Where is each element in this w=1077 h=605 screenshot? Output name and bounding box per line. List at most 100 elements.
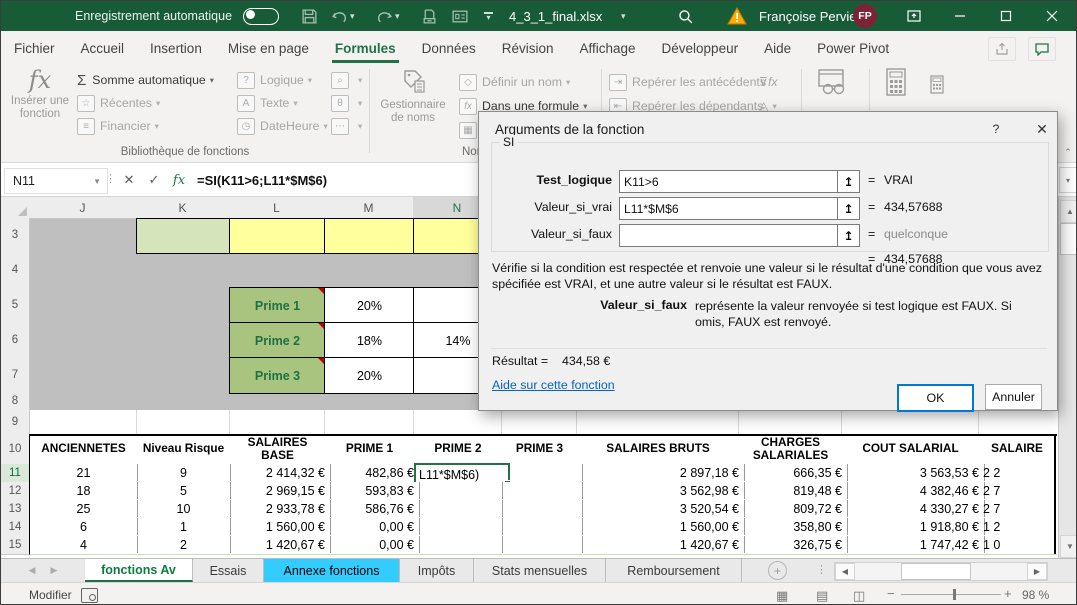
- table-header-cell[interactable]: Niveau Risque: [137, 436, 231, 461]
- print-preview-button[interactable]: [421, 1, 438, 31]
- ok-button[interactable]: OK: [897, 384, 974, 412]
- table-cell[interactable]: [502, 482, 583, 499]
- collapse-dialog-icon[interactable]: ↥: [837, 197, 860, 220]
- help-on-function-link[interactable]: Aide sur cette fonction: [492, 378, 615, 392]
- table-header-cell[interactable]: PRIME 1: [325, 436, 415, 461]
- table-header-cell[interactable]: PRIME 2: [414, 436, 503, 461]
- table-cell[interactable]: 1 420,67 €: [230, 536, 331, 553]
- logical-functions-button[interactable]: ? Logique▾: [237, 69, 312, 91]
- scroll-down-icon[interactable]: ▼: [1060, 535, 1077, 558]
- share-button[interactable]: [988, 37, 1016, 61]
- save-button[interactable]: [301, 1, 318, 31]
- ribbon-tab-révision[interactable]: Révision: [489, 41, 567, 63]
- ribbon-tab-power-pivot[interactable]: Power Pivot: [804, 41, 902, 63]
- close-button[interactable]: [1035, 1, 1069, 31]
- table-cell[interactable]: 1 560,00 €: [230, 518, 331, 535]
- watch-window-button[interactable]: [805, 67, 861, 101]
- ribbon-tab-affichage[interactable]: Affichage: [566, 41, 648, 63]
- datetime-functions-button[interactable]: ◷ DateHeure▾: [237, 115, 328, 137]
- table-cell[interactable]: 0,00 €: [325, 536, 420, 553]
- table-cell[interactable]: 21: [30, 464, 138, 481]
- row-header-7[interactable]: 7: [1, 357, 30, 393]
- page-layout-view-icon[interactable]: ▤: [816, 588, 828, 604]
- title-dropdown-icon[interactable]: ▾: [621, 1, 626, 31]
- table-cell[interactable]: 809,72 €: [739, 500, 848, 517]
- cancel-button[interactable]: Annuler: [985, 384, 1042, 410]
- row-header-15[interactable]: 15: [1, 536, 30, 555]
- collapse-dialog-icon[interactable]: ↥: [837, 224, 860, 247]
- table-cell[interactable]: 1 420,67 €: [577, 536, 745, 553]
- redo-button[interactable]: ▾: [376, 1, 400, 31]
- prime-label-cell[interactable]: Prime 1: [229, 287, 326, 324]
- table-cell[interactable]: [502, 464, 583, 481]
- insert-function-fx-button[interactable]: fx: [167, 168, 191, 192]
- table-header-cell[interactable]: SALAIRES BRUTS: [577, 436, 740, 461]
- table-cell[interactable]: 3 563,53 €: [842, 464, 985, 481]
- table-cell[interactable]: [414, 482, 503, 499]
- grid-row-9[interactable]: [29, 410, 1056, 434]
- table-cell[interactable]: 2 969,15 €: [230, 482, 331, 499]
- sheet-tab-remboursement[interactable]: Remboursement: [606, 559, 742, 582]
- zoom-in-icon[interactable]: +: [1004, 586, 1012, 601]
- lookup-functions-button[interactable]: ⌕▾: [331, 69, 362, 91]
- table-cell[interactable]: 482,86 €: [325, 464, 420, 481]
- cell-yellow-row3-1[interactable]: [324, 218, 415, 254]
- table-cell[interactable]: 9: [137, 464, 231, 481]
- column-header-L[interactable]: L: [229, 197, 325, 219]
- insert-function-button[interactable]: fx Insérer une fonction: [7, 67, 73, 121]
- select-all-corner[interactable]: [1, 197, 30, 219]
- ribbon-tab-accueil[interactable]: Accueil: [68, 41, 138, 63]
- scroll-left-icon[interactable]: ◀: [835, 563, 855, 580]
- sheet-nav-right-icon[interactable]: ▶: [43, 559, 65, 582]
- ribbon-tab-aide[interactable]: Aide: [751, 41, 804, 63]
- zoom-slider-thumb[interactable]: [953, 589, 956, 600]
- table-cell[interactable]: 1 2: [979, 518, 1058, 535]
- ribbon-tab-fichier[interactable]: Fichier: [1, 41, 68, 63]
- table-cell[interactable]: 1 0: [979, 536, 1058, 553]
- table-cell[interactable]: [414, 536, 503, 553]
- zoom-out-icon[interactable]: −: [887, 586, 895, 601]
- more-functions-button[interactable]: ⋯▾: [331, 115, 362, 137]
- horizontal-scrollbar[interactable]: ◀ ▶: [834, 562, 1048, 581]
- table-cell[interactable]: [414, 518, 503, 535]
- table-cell[interactable]: 358,80 €: [739, 518, 848, 535]
- table-cell[interactable]: 666,35 €: [739, 464, 848, 481]
- calculate-now-button[interactable]: [929, 73, 945, 95]
- table-cell[interactable]: 0,00 €: [325, 518, 420, 535]
- confirm-entry-button[interactable]: ✓: [142, 168, 166, 192]
- table-header-cell[interactable]: ANCIENNETES: [30, 436, 138, 461]
- vertical-scrollbar[interactable]: ▲ ▼: [1058, 197, 1077, 558]
- row-header-14[interactable]: 14: [1, 518, 30, 537]
- table-cell[interactable]: 3 562,98 €: [577, 482, 745, 499]
- table-cell[interactable]: 1: [137, 518, 231, 535]
- calculation-options-button[interactable]: [873, 67, 919, 101]
- table-cell[interactable]: 5: [137, 482, 231, 499]
- table-cell[interactable]: 1 918,80 €: [842, 518, 985, 535]
- table-cell[interactable]: 1 747,42 €: [842, 536, 985, 553]
- row-header-11[interactable]: 11: [1, 464, 31, 483]
- column-header-K[interactable]: K: [136, 197, 230, 219]
- table-header-cell[interactable]: SALAIRE: [979, 436, 1055, 461]
- dialog-field-input[interactable]: L11*$M$6: [619, 197, 841, 220]
- table-cell[interactable]: 18: [30, 482, 138, 499]
- qat-customize-button[interactable]: ▾: [484, 1, 493, 31]
- table-cell[interactable]: [502, 536, 583, 553]
- sheet-nav-left-icon[interactable]: ◀: [21, 559, 43, 582]
- text-functions-button[interactable]: A Texte▾: [237, 92, 298, 114]
- sheet-tab-stats-mensuelles[interactable]: Stats mensuelles: [474, 559, 606, 582]
- row-header-3[interactable]: 3: [1, 218, 30, 253]
- ribbon-tab-développeur[interactable]: Développeur: [649, 41, 752, 63]
- collapse-ribbon-icon[interactable]: ⌃: [1058, 141, 1077, 163]
- name-box-dropdown-icon[interactable]: ▼: [93, 177, 101, 186]
- trace-precedents-button[interactable]: ⇥ Repérer les antécédents: [609, 71, 766, 93]
- table-cell[interactable]: 2 7: [979, 500, 1058, 517]
- table-cell[interactable]: 4 382,46 €: [842, 482, 985, 499]
- row-header-4[interactable]: 4: [1, 252, 30, 288]
- zoom-slider[interactable]: [901, 594, 1001, 595]
- table-cell[interactable]: 2 2: [979, 464, 1058, 481]
- table-cell[interactable]: 2 414,32 €: [230, 464, 331, 481]
- row-header-5[interactable]: 5: [1, 287, 30, 323]
- row-header-10[interactable]: 10: [1, 434, 30, 465]
- prime-rate-m-cell[interactable]: 20%: [324, 287, 415, 324]
- dialog-field-input[interactable]: [619, 224, 841, 247]
